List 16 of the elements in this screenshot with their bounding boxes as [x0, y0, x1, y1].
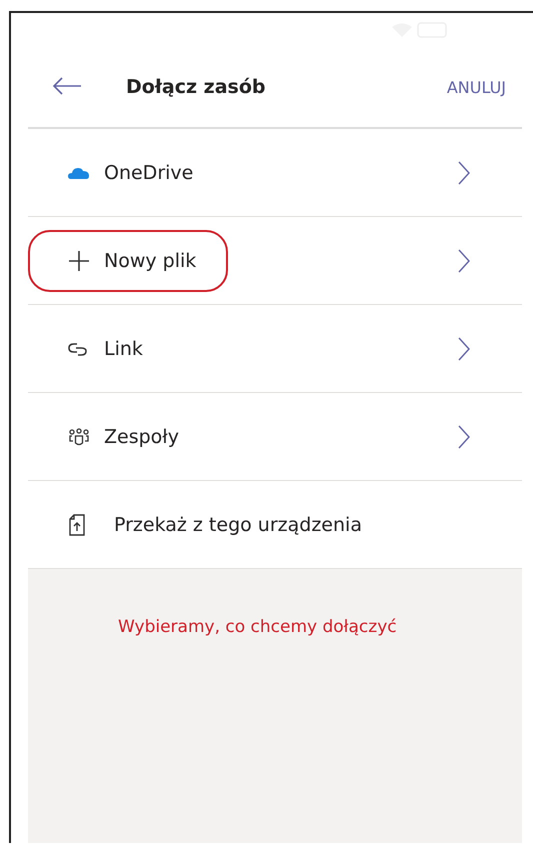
page-title: Dołącz zasób: [126, 76, 266, 98]
item-label: OneDrive: [104, 162, 194, 184]
item-label: Link: [104, 338, 143, 360]
menu-item[interactable]: OneDrive: [28, 129, 522, 217]
cloud-icon: [68, 166, 90, 180]
menu-item[interactable]: Nowy plik: [28, 217, 522, 305]
item-label: Przekaż z tego urządzenia: [114, 514, 362, 536]
plus-icon: [68, 250, 90, 272]
upload-file-icon: [68, 514, 86, 536]
menu-item[interactable]: Link: [28, 305, 522, 393]
cancel-button[interactable]: ANULUJ: [446, 78, 506, 96]
annotation-text: Wybieramy, co chcemy dołączyć: [118, 617, 397, 637]
menu-item[interactable]: Zespoły: [28, 393, 522, 481]
item-label: Zespoły: [104, 426, 179, 448]
people-icon: [68, 428, 90, 446]
item-label: Nowy plik: [104, 250, 196, 272]
